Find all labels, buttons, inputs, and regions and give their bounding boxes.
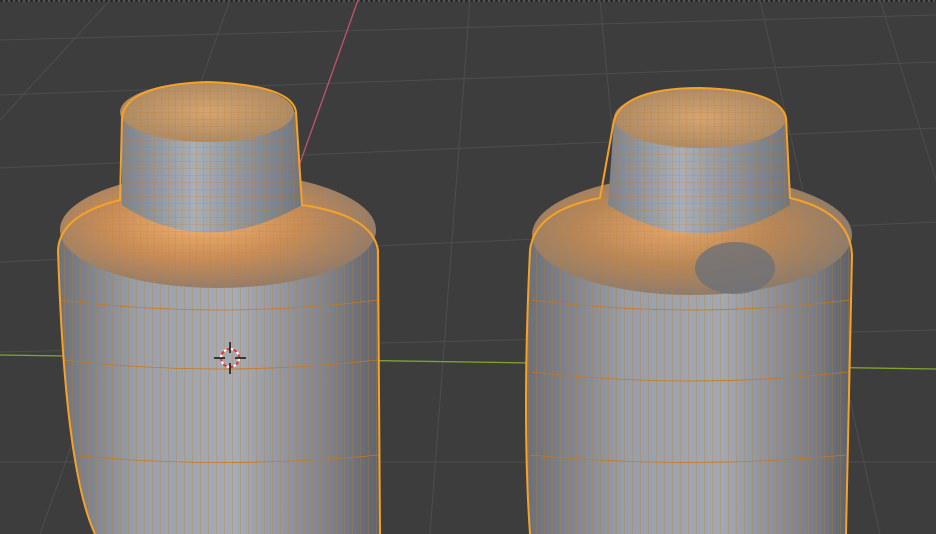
bottle-right[interactable] (520, 86, 860, 534)
bottle-left[interactable] (50, 80, 390, 534)
3d-viewport[interactable] (0, 0, 936, 534)
viewport-scene[interactable] (0, 0, 936, 534)
